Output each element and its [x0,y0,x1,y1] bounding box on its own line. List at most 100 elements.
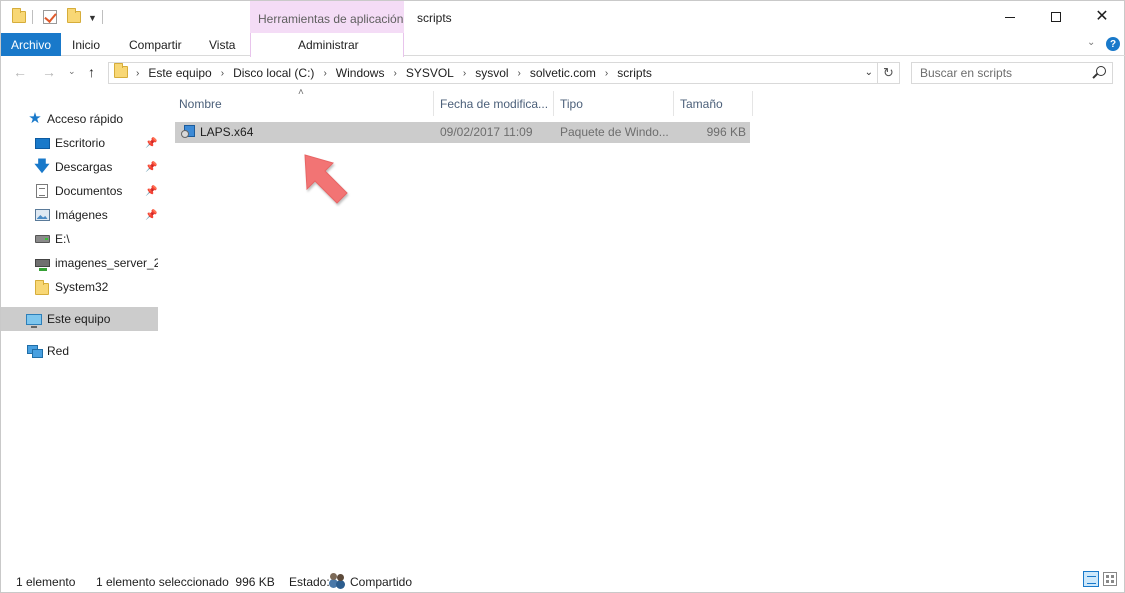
back-arrow-icon[interactable]: ← [13,64,27,80]
sidebar-item-label: System32 [55,280,109,294]
new-folder-icon[interactable] [67,8,81,26]
forward-arrow-icon[interactable]: → [42,64,56,80]
column-divider[interactable] [673,91,674,116]
column-header-size[interactable]: Tamaño [680,91,752,116]
sidebar-item-label: Acceso rápido [47,112,124,126]
column-header-date[interactable]: Fecha de modifica... [440,91,552,116]
window-title: scripts [417,11,452,25]
sidebar-item-label: Red [47,344,70,358]
breadcrumb-sysvol[interactable]: sysvol [475,66,508,80]
tab-administrar-label: Administrar [298,38,359,52]
sidebar-item-label: Escritorio [55,136,106,150]
refresh-icon: ↻ [883,65,894,80]
folder-icon [114,62,128,81]
pin-icon[interactable]: 📌 [145,186,157,197]
breadcrumb-separator[interactable]: › [605,68,608,79]
up-arrow-icon[interactable]: ↑ [88,64,95,80]
breadcrumb-scripts[interactable]: scripts [617,66,652,80]
breadcrumb-separator[interactable]: › [463,68,466,79]
maximize-icon [1051,12,1061,22]
divider [32,10,33,24]
sidebar-item-documentos[interactable]: Documentos 📌 [1,179,158,203]
search-icon[interactable] [1096,66,1106,76]
breadcrumb-windows[interactable]: Windows [336,66,385,80]
minimize-icon [1005,16,1015,18]
maximize-button[interactable] [1033,1,1079,33]
tab-compartir[interactable]: Compartir [129,38,182,52]
sidebar-item-label: Imágenes [55,208,108,222]
refresh-button[interactable]: ↻ [878,62,900,84]
status-bar: 1 elemento 1 elemento seleccionado 996 K… [1,571,1125,593]
column-header-type[interactable]: Tipo [560,91,672,116]
tab-inicio[interactable]: Inicio [72,38,100,52]
status-label: Estado: [289,575,330,589]
sidebar-item-label: imagenes_server_20 [55,256,158,270]
explorer-window: ▼ Herramientas de aplicación scripts ✕ A… [0,0,1125,593]
sidebar-item-label: Documentos [55,184,123,198]
download-icon: 🡇 [34,158,50,175]
file-type: Paquete de Windo... [560,125,669,139]
documents-icon [34,184,50,198]
sidebar-item-este-equipo[interactable]: Este equipo [1,307,158,331]
breadcrumb-separator[interactable]: › [393,68,396,79]
recent-locations-icon[interactable]: ⌄ [68,66,76,77]
msi-installer-icon [181,125,196,140]
contextual-tab-group-label: Herramientas de aplicación [258,12,404,26]
pin-icon[interactable]: 📌 [145,210,157,221]
navigation-pane: ★ Acceso rápido Escritorio 📌 🡇 Descargas… [1,106,161,566]
customize-toolbar-icon[interactable]: ▼ [88,13,97,23]
view-switcher [1077,568,1123,592]
pictures-icon [34,208,50,222]
tab-administrar[interactable]: Administrar [250,33,404,57]
breadcrumb-separator[interactable]: › [136,68,139,79]
navigation-bar: ← → ⌄ ↑ › Este equipo › Disco local (C:)… [1,56,1125,91]
expand-ribbon-icon[interactable]: ⌄ [1087,37,1095,48]
search-input[interactable] [912,63,1092,83]
breadcrumb-sysvol-upper[interactable]: SYSVOL [406,66,454,80]
breadcrumb-disco-local[interactable]: Disco local (C:) [233,66,314,80]
breadcrumb-este-equipo[interactable]: Este equipo [148,66,211,80]
selection-info: 1 elemento seleccionado 996 KB [96,575,275,589]
sidebar-item-escritorio[interactable]: Escritorio 📌 [1,131,158,155]
status-value: Compartido [350,575,413,589]
properties-icon[interactable] [43,8,57,26]
breadcrumb-separator[interactable]: › [323,68,326,79]
sidebar-item-imagenes[interactable]: Imágenes 📌 [1,203,158,227]
sidebar-item-label: Descargas [55,160,113,174]
close-icon: ✕ [1095,8,1109,25]
breadcrumb-separator[interactable]: › [518,68,521,79]
sidebar-item-acceso-rapido[interactable]: ★ Acceso rápido [1,107,158,131]
pin-icon[interactable]: 📌 [145,138,157,149]
column-divider[interactable] [433,91,434,116]
pin-icon[interactable]: 📌 [145,162,157,173]
contextual-tab-group: Herramientas de aplicación [250,1,404,34]
breadcrumb-separator[interactable]: › [221,68,224,79]
sidebar-item-system32[interactable]: System32 [1,275,158,299]
sidebar-item-drive-e[interactable]: E:\ [1,227,158,251]
sidebar-item-descargas[interactable]: 🡇 Descargas 📌 [1,155,158,179]
help-icon[interactable]: ? [1106,37,1120,51]
column-header-name[interactable]: Nombre [179,91,433,116]
address-history-icon[interactable]: ⌄ [865,67,873,78]
close-button[interactable]: ✕ [1079,1,1125,33]
sidebar-item-red[interactable]: Red [1,339,158,363]
file-size: 996 KB [706,125,746,139]
sidebar-item-label: E:\ [55,232,70,246]
details-view-icon[interactable] [1083,571,1099,587]
sidebar-item-imagenes-server[interactable]: imagenes_server_20 [1,251,158,275]
column-divider[interactable] [752,91,753,116]
shared-users-icon [329,573,345,587]
large-icons-view-icon[interactable] [1103,572,1117,586]
address-bar[interactable]: › Este equipo › Disco local (C:) › Windo… [108,62,878,84]
minimize-button[interactable] [987,1,1033,33]
column-divider[interactable] [553,91,554,116]
star-icon: ★ [28,110,42,127]
computer-icon [26,312,42,328]
file-name: LAPS.x64 [200,125,254,139]
file-row[interactable]: LAPS.x64 09/02/2017 11:09 Paquete de Win… [175,122,750,143]
network-icon [26,344,43,358]
tab-archivo[interactable]: Archivo [1,33,61,56]
search-box [911,62,1113,84]
tab-vista[interactable]: Vista [209,38,235,52]
breadcrumb-solvetic[interactable]: solvetic.com [530,66,596,80]
